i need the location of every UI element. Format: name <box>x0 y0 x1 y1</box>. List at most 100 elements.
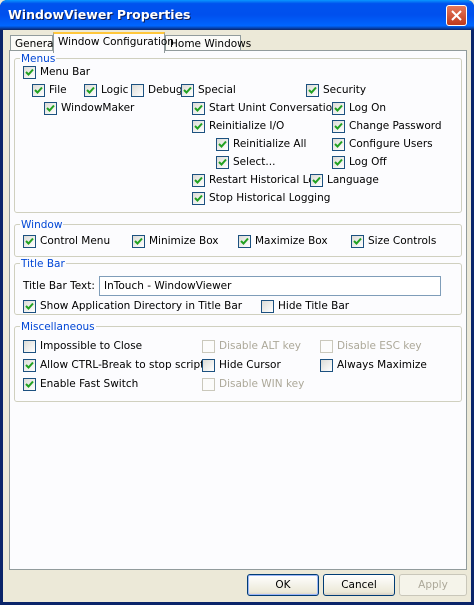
checkbox-box <box>216 156 229 169</box>
special-checkbox[interactable]: Special <box>181 84 236 97</box>
checkmark-icon <box>334 104 343 112</box>
title-bar-text-input[interactable]: InTouch - WindowViewer <box>99 276 441 296</box>
file-checkbox[interactable]: File <box>32 84 67 97</box>
stop-historical-logging-checkbox[interactable]: Stop Historical Logging <box>192 192 330 205</box>
hide-cursor-label: Hide Cursor <box>219 359 281 371</box>
checkbox-box <box>84 84 97 97</box>
checkbox-box <box>23 235 36 248</box>
logic-checkbox[interactable]: Logic <box>84 84 128 97</box>
close-button[interactable] <box>446 5 467 26</box>
checkbox-box <box>23 66 36 79</box>
title-bar-group-label: Title Bar <box>20 258 66 270</box>
always-maximize-label: Always Maximize <box>337 359 427 371</box>
language-checkbox[interactable]: Language <box>310 174 379 187</box>
reinitialize-all-checkbox[interactable]: Reinitialize All <box>216 138 306 151</box>
maximize-box-checkbox[interactable]: Maximize Box <box>238 235 328 248</box>
impossible-to-close-label: Impossible to Close <box>40 340 143 352</box>
checkbox-box <box>181 84 194 97</box>
checkmark-icon <box>25 68 34 76</box>
checkmark-icon <box>308 86 317 94</box>
disable-esc-key-checkbox[interactable]: Disable ESC key <box>320 340 422 353</box>
debug-checkbox[interactable]: Debug <box>131 84 183 97</box>
control-menu-checkbox[interactable]: Control Menu <box>23 235 110 248</box>
checkbox-box <box>32 84 45 97</box>
select-checkbox[interactable]: Select... <box>216 156 275 169</box>
impossible-to-close-checkbox[interactable]: Impossible to Close <box>23 340 142 353</box>
log-off-label: Log Off <box>349 156 387 168</box>
checkbox-box <box>202 359 215 372</box>
minimize-box-checkbox[interactable]: Minimize Box <box>132 235 219 248</box>
checkmark-icon <box>194 194 203 202</box>
checkbox-box <box>306 84 319 97</box>
checkmark-icon <box>353 237 362 245</box>
apply-button[interactable]: Apply <box>399 574 467 596</box>
disable-esc-key-label: Disable ESC key <box>337 340 422 352</box>
checkmark-icon <box>25 237 34 245</box>
checkmark-icon <box>194 104 203 112</box>
special-label: Special <box>198 84 236 96</box>
checkbox-box <box>332 102 345 115</box>
checkbox-box <box>23 378 36 391</box>
allow-ctrl-break-label: Allow CTRL-Break to stop scripts <box>40 359 210 371</box>
select-label: Select... <box>233 156 276 168</box>
always-maximize-checkbox[interactable]: Always Maximize <box>320 359 427 372</box>
cancel-button[interactable]: Cancel <box>323 574 395 596</box>
checkbox-box <box>202 340 215 353</box>
checkbox-box <box>23 340 36 353</box>
checkmark-icon <box>134 237 143 245</box>
log-on-checkbox[interactable]: Log On <box>332 102 386 115</box>
checkmark-icon <box>334 158 343 166</box>
ok-button[interactable]: OK <box>247 574 319 596</box>
reinitialize-all-label: Reinitialize All <box>233 138 307 150</box>
hide-title-bar-checkbox[interactable]: Hide Title Bar <box>261 300 349 313</box>
checkmark-icon <box>194 176 203 184</box>
checkbox-box <box>202 378 215 391</box>
menu-bar-label: Menu Bar <box>40 66 91 78</box>
disable-win-key-checkbox[interactable]: Disable WIN key <box>202 378 304 391</box>
file-label: File <box>49 84 67 96</box>
title-bar[interactable]: WindowViewer Properties <box>0 0 474 30</box>
checkmark-icon <box>25 380 34 388</box>
hide-title-bar-label: Hide Title Bar <box>278 300 350 312</box>
language-label: Language <box>327 174 379 186</box>
disable-alt-key-checkbox[interactable]: Disable ALT key <box>202 340 301 353</box>
checkbox-box <box>351 235 364 248</box>
configure-users-checkbox[interactable]: Configure Users <box>332 138 433 151</box>
enable-fast-switch-checkbox[interactable]: Enable Fast Switch <box>23 378 138 391</box>
checkbox-box <box>192 174 205 187</box>
show-app-directory-checkbox[interactable]: Show Application Directory in Title Bar <box>23 300 242 313</box>
restart-historical-log-checkbox[interactable]: Restart Historical Log <box>192 174 321 187</box>
log-off-checkbox[interactable]: Log Off <box>332 156 387 169</box>
close-icon <box>451 10 462 21</box>
tab-window-configuration[interactable]: Window Configuration <box>53 32 174 53</box>
checkbox-box <box>238 235 251 248</box>
change-password-checkbox[interactable]: Change Password <box>332 120 442 133</box>
size-controls-checkbox[interactable]: Size Controls <box>351 235 436 248</box>
menu-bar-checkbox[interactable]: Menu Bar <box>23 66 90 79</box>
disable-win-key-label: Disable WIN key <box>219 378 305 390</box>
enable-fast-switch-label: Enable Fast Switch <box>40 378 139 390</box>
checkbox-box <box>192 102 205 115</box>
allow-ctrl-break-checkbox[interactable]: Allow CTRL-Break to stop scripts <box>23 359 210 372</box>
windowmaker-checkbox[interactable]: WindowMaker <box>44 102 134 115</box>
checkmark-icon <box>46 104 55 112</box>
restart-historical-log-label: Restart Historical Log <box>209 174 322 186</box>
show-app-directory-label: Show Application Directory in Title Bar <box>40 300 243 312</box>
reinitialize-io-checkbox[interactable]: Reinitialize I/O <box>192 120 284 133</box>
security-checkbox[interactable]: Security <box>306 84 366 97</box>
start-unint-conversations-checkbox[interactable]: Start Unint Conversations <box>192 102 344 115</box>
checkbox-box <box>216 138 229 151</box>
debug-label: Debug <box>148 84 183 96</box>
checkmark-icon <box>240 237 249 245</box>
checkmark-icon <box>34 86 43 94</box>
checkbox-box <box>320 340 333 353</box>
checkmark-icon <box>312 176 321 184</box>
hide-cursor-checkbox[interactable]: Hide Cursor <box>202 359 281 372</box>
maximize-box-label: Maximize Box <box>255 235 328 247</box>
miscellaneous-group-label: Miscellaneous <box>20 321 96 333</box>
checkbox-box <box>131 84 144 97</box>
checkbox-box <box>44 102 57 115</box>
minimize-box-label: Minimize Box <box>149 235 219 247</box>
checkbox-box <box>320 359 333 372</box>
security-label: Security <box>323 84 367 96</box>
